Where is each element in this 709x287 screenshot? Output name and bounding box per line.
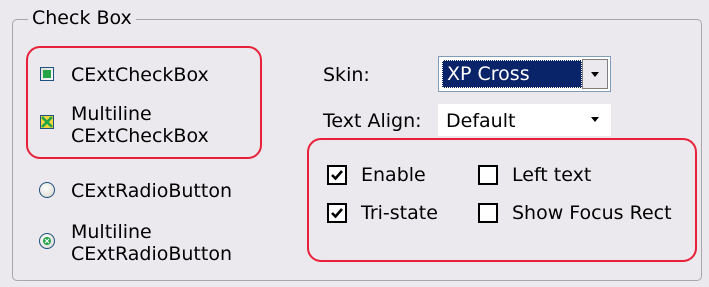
text-align-combobox[interactable]: Default (438, 104, 611, 136)
enable-label: Enable (361, 164, 426, 186)
multiline-cext-radio-button[interactable]: Multiline CExtRadioButton (37, 218, 257, 270)
text-align-label: Text Align: (323, 110, 422, 132)
show-focus-rect-checkbox[interactable]: Show Focus Rect (476, 200, 686, 228)
cext-radio-button[interactable]: CExtRadioButton (37, 177, 257, 205)
tri-state-label: Tri-state (361, 202, 438, 224)
multiline-radio-label-line1: Multiline (71, 221, 152, 243)
radio-selected-icon (39, 233, 55, 249)
left-text-checkbox[interactable]: Left text (476, 162, 616, 190)
cext-radio-button-label: CExtRadioButton (71, 180, 232, 202)
tri-state-checkbox[interactable]: Tri-state (325, 200, 455, 228)
checkmark-icon (327, 203, 347, 223)
multiline-radio-label-line2: CExtRadioButton (71, 243, 232, 265)
checkbox-empty-icon (478, 203, 498, 223)
skin-combobox-value: XP Cross (442, 60, 582, 88)
multiline-cext-checkbox[interactable]: Multiline CExtCheckBox (37, 100, 247, 152)
enable-checkbox[interactable]: Enable (325, 162, 445, 190)
checkmark-icon (327, 165, 347, 185)
checkbox-indeterminate-icon (40, 67, 54, 81)
radio-unselected-icon (39, 182, 55, 198)
chevron-down-icon (591, 72, 599, 77)
skin-dropdown-button[interactable] (582, 59, 608, 89)
multiline-checkbox-label-line2: CExtCheckBox (71, 125, 209, 147)
checkbox-checked-icon (40, 115, 54, 129)
show-focus-rect-label: Show Focus Rect (512, 202, 672, 224)
skin-label: Skin: (323, 64, 370, 86)
multiline-checkbox-label-line1: Multiline (71, 103, 152, 125)
checkbox-empty-icon (478, 165, 498, 185)
cext-checkbox[interactable]: CExtCheckBox (37, 61, 247, 89)
text-align-value: Default (446, 110, 516, 132)
cext-checkbox-label: CExtCheckBox (71, 64, 209, 86)
skin-combobox[interactable]: XP Cross (438, 56, 611, 92)
groupbox-title: Check Box (28, 6, 136, 30)
left-text-label: Left text (512, 164, 592, 186)
chevron-down-icon[interactable] (583, 106, 607, 134)
